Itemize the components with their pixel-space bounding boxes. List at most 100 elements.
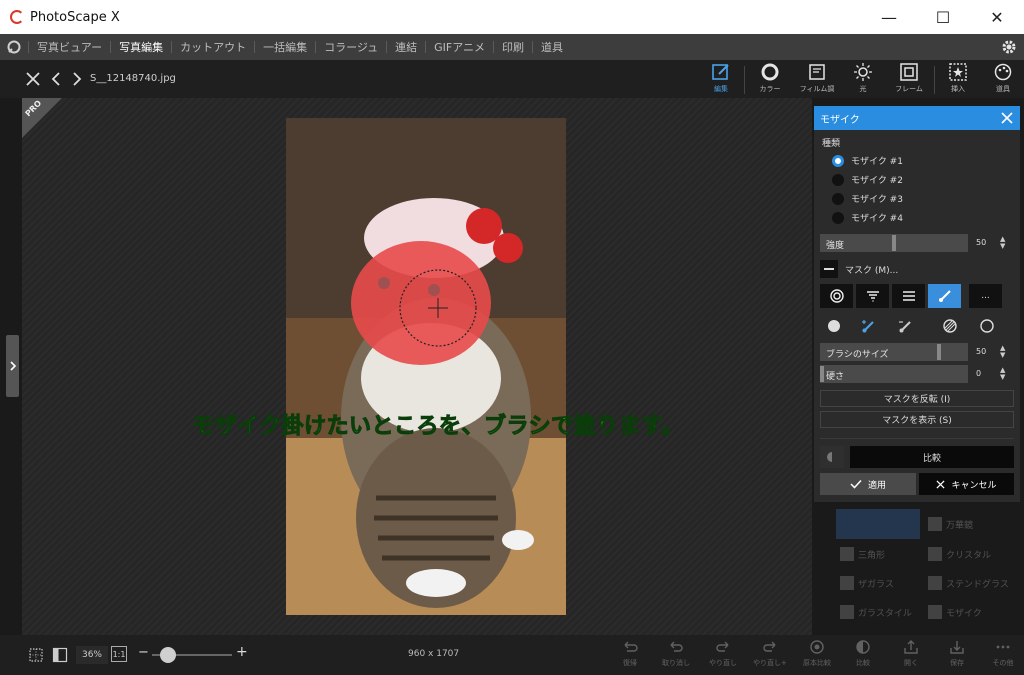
open-button[interactable]: 開く <box>891 639 931 673</box>
brush-add-button[interactable] <box>851 314 885 338</box>
minus-icon <box>824 268 834 270</box>
next-photo-icon[interactable] <box>68 70 86 88</box>
tab-frame[interactable]: フレーム <box>886 62 932 98</box>
more-mask-button[interactable]: ... <box>969 284 1002 308</box>
compare-original-button[interactable]: 原本比較 <box>797 639 837 673</box>
gradient-mask-button[interactable] <box>856 284 889 308</box>
filter-item-label: ステンドグラス <box>946 579 1009 590</box>
zoom-slider-knob[interactable] <box>160 647 176 663</box>
split-view-icon[interactable] <box>52 647 68 663</box>
hardness-spinner-icon[interactable]: ▲ ▼ <box>1000 367 1005 381</box>
tab-color[interactable]: カラー <box>747 62 793 98</box>
mask-clear-button[interactable] <box>970 314 1004 338</box>
settings-button[interactable] <box>1000 38 1018 56</box>
brush-mask-button[interactable] <box>928 284 961 308</box>
compare-bottom-button[interactable]: 比較 <box>843 639 883 673</box>
chevron-right-icon <box>9 361 16 371</box>
filter-item: ガラスタイル <box>840 605 912 619</box>
brush-size-slider-knob[interactable] <box>937 344 941 360</box>
tab-light[interactable]: 光 <box>840 62 886 98</box>
striped-circle-icon <box>943 319 957 333</box>
photo-canvas[interactable]: PRO <box>22 98 812 635</box>
close-button[interactable]: ✕ <box>970 0 1024 34</box>
filter-item: モザイク <box>928 605 982 619</box>
strength-spinner-icon[interactable]: ▲ ▼ <box>1000 236 1005 250</box>
close-editor-icon[interactable] <box>24 70 42 88</box>
redo-button[interactable]: やり直し <box>703 639 743 673</box>
light-icon <box>854 63 872 81</box>
filter-item-label: モザイク <box>946 608 982 619</box>
tab-film[interactable]: フィルム調 <box>794 62 840 98</box>
actual-size-button[interactable]: 1:1 <box>111 646 127 662</box>
menu-gif[interactable]: GIFアニメ <box>426 39 493 55</box>
tab-film-label: フィルム調 <box>799 85 835 93</box>
invert-mask-button[interactable]: マスクを反転 (I) <box>820 390 1014 407</box>
cancel-button[interactable]: キャンセル <box>919 473 1014 495</box>
prev-photo-icon[interactable] <box>48 70 66 88</box>
menu-print[interactable]: 印刷 <box>494 39 532 55</box>
maximize-button[interactable]: ☐ <box>916 0 970 34</box>
hardness-slider[interactable]: 硬さ 0 ▲ ▼ <box>820 365 1014 383</box>
mask-label[interactable]: マスク (M)... <box>845 263 898 276</box>
close-icon[interactable] <box>1000 111 1014 125</box>
filter-item-label: 三角形 <box>858 550 886 561</box>
mosaic-type-label: モザイク #2 <box>851 176 903 186</box>
brush-size-value[interactable]: 50 <box>976 347 986 356</box>
mosaic-type-option[interactable]: モザイク #4 <box>814 208 1020 227</box>
radial-mask-button[interactable] <box>820 284 853 308</box>
undo-button[interactable]: 取り消し <box>656 639 696 673</box>
expand-left-panel-button[interactable] <box>6 335 19 397</box>
home-button[interactable] <box>0 34 28 60</box>
minimize-button[interactable]: — <box>862 0 916 34</box>
linear-mask-button[interactable] <box>892 284 925 308</box>
brush-erase-button[interactable] <box>888 314 922 338</box>
menu-batch[interactable]: 一括編集 <box>255 39 315 55</box>
edited-photo[interactable] <box>286 118 566 615</box>
menu-photo-viewer[interactable]: 写真ビュアー <box>29 39 110 55</box>
menu-photo-editor[interactable]: 写真編集 <box>111 39 171 55</box>
compare-button[interactable]: 比較 <box>850 446 1014 468</box>
photoscape-window: PhotoScape X — ☐ ✕ 写真ビュアー 写真編集 カットアウト 一括… <box>0 0 1024 675</box>
mosaic-type-option[interactable]: モザイク #2 <box>814 170 1020 189</box>
tab-insert[interactable]: 挿入 <box>935 62 981 98</box>
zoom-slider[interactable] <box>152 647 232 663</box>
more-button[interactable]: その他 <box>983 639 1023 673</box>
compare-toggle-button[interactable] <box>820 446 844 468</box>
crystal-icon <box>928 547 942 561</box>
zoom-out-button[interactable]: − <box>138 645 149 660</box>
menu-combine[interactable]: 連結 <box>387 39 425 55</box>
tab-insert-label: 挿入 <box>951 85 965 93</box>
apply-button[interactable]: 適用 <box>820 473 916 495</box>
brush-icon <box>938 290 951 302</box>
brush-size-slider[interactable]: ブラシのサイズ 50 ▲ ▼ <box>820 343 1014 361</box>
filter-list-background: 万華鏡 三角形 クリスタル ザガラス ステンドグラス ガラスタイル モザイク <box>830 505 1020 635</box>
brush-size-spinner-icon[interactable]: ▲ ▼ <box>1000 345 1005 359</box>
fit-grid-icon[interactable] <box>28 647 44 663</box>
radio-icon <box>832 192 844 205</box>
filter-item: 三角形 <box>840 547 885 561</box>
save-button[interactable]: 保存 <box>937 639 977 673</box>
mask-toggle-button[interactable] <box>820 260 838 278</box>
hardness-slider-knob[interactable] <box>820 366 824 382</box>
kaleidoscope-icon <box>928 517 942 531</box>
brush-shape-button[interactable] <box>820 314 848 338</box>
strength-slider[interactable]: 強度 50 ▲ ▼ <box>820 234 1014 252</box>
hardness-value[interactable]: 0 <box>976 369 981 378</box>
revert-button[interactable]: 復帰 <box>610 639 650 673</box>
zoom-level[interactable]: 36% <box>76 646 108 664</box>
menu-tools[interactable]: 道具 <box>533 39 571 55</box>
menu-collage[interactable]: コラージュ <box>316 39 386 55</box>
show-mask-button[interactable]: マスクを表示 (S) <box>820 411 1014 428</box>
redo-plus-button[interactable]: やり直し+ <box>750 639 790 673</box>
mosaic-type-option[interactable]: モザイク #3 <box>814 189 1020 208</box>
mosaic-type-option[interactable]: モザイク #1 <box>814 151 1020 170</box>
menu-cutout[interactable]: カットアウト <box>172 39 254 55</box>
strength-label: 強度 <box>826 241 845 251</box>
mask-pattern-button[interactable] <box>933 314 967 338</box>
tab-tools[interactable]: 道具 <box>980 62 1024 98</box>
strength-value[interactable]: 50 <box>976 238 986 247</box>
compare-bottom-label: 比較 <box>856 659 870 667</box>
tab-edit[interactable]: 編集 <box>698 62 744 98</box>
strength-slider-knob[interactable] <box>892 235 896 251</box>
zoom-in-button[interactable]: + <box>236 644 248 660</box>
